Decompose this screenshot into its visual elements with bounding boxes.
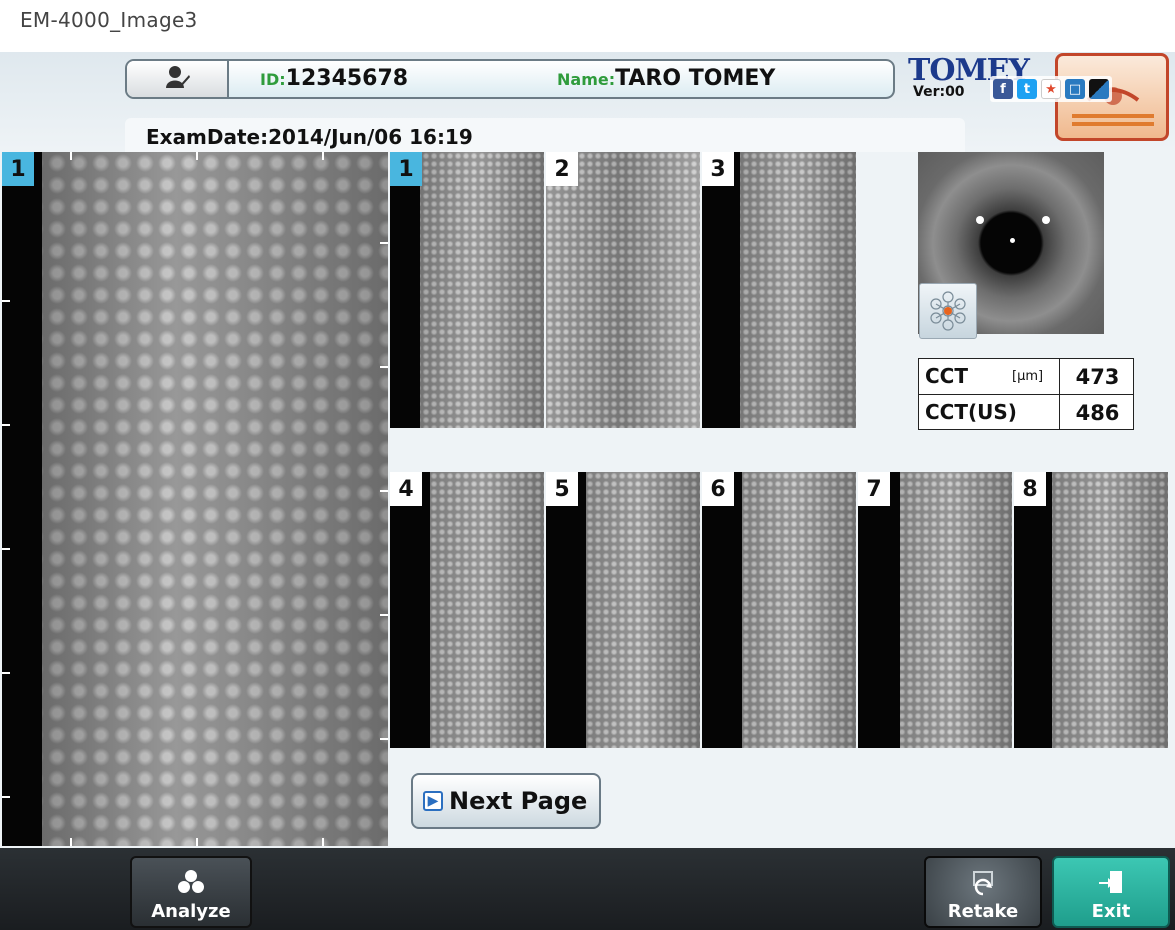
linkedin-icon[interactable]: □: [1065, 79, 1085, 99]
facebook-icon[interactable]: f: [993, 79, 1013, 99]
selected-endothelium-image[interactable]: 1: [2, 152, 388, 846]
patient-button[interactable]: [127, 61, 229, 97]
capture-area-locator-button[interactable]: [919, 283, 977, 339]
thumbnail-1[interactable]: 1: [390, 152, 544, 428]
thumbnail-index: 4: [390, 472, 422, 506]
arrow-right-icon: ▶: [423, 791, 443, 811]
thumbnail-5[interactable]: 5: [546, 472, 700, 748]
thumbnail-4[interactable]: 4: [390, 472, 544, 748]
thumbnail-index: 5: [546, 472, 578, 506]
version-label: Ver:00: [913, 84, 965, 100]
analyze-button[interactable]: Analyze: [130, 856, 252, 928]
cct-table: CCT [μm] 473 CCT(US) 486: [918, 358, 1134, 430]
patient-id-value: 12345678: [285, 66, 409, 91]
exit-door-icon: [1054, 868, 1168, 898]
capture-area-locator-icon: [920, 291, 976, 342]
analyze-icon: [132, 868, 250, 896]
cct-us-value: 486: [1059, 395, 1135, 430]
thumbnail-3[interactable]: 3: [702, 152, 856, 428]
retake-icon: [926, 868, 1040, 898]
delicious-icon[interactable]: [1089, 79, 1109, 99]
twitter-icon[interactable]: t: [1017, 79, 1037, 99]
bottom-toolbar: Analyze Retake Exit: [0, 848, 1175, 930]
share-icon[interactable]: ★: [1041, 79, 1061, 99]
thumbnail-index: 7: [858, 472, 890, 506]
patient-name-value: TARO TOMEY: [615, 66, 776, 91]
exam-date: ExamDate:2014/Jun/06 16:19: [146, 125, 473, 149]
cct-us-row: CCT(US) 486: [919, 394, 1133, 430]
em4000-screen: ID:12345678 Name:TARO TOMEY TOMEY Ver:00…: [0, 52, 1175, 930]
thumbnail-index: 2: [546, 152, 578, 186]
thumbnail-7[interactable]: 7: [858, 472, 1012, 748]
patient-id: ID:12345678: [260, 66, 409, 91]
next-page-button[interactable]: ▶ Next Page: [411, 773, 601, 829]
thumbnail-index: 3: [702, 152, 734, 186]
eye-side-icon: [1058, 87, 1166, 142]
exit-button[interactable]: Exit: [1052, 856, 1170, 928]
thumbnail-index: 8: [1014, 472, 1046, 506]
retake-button[interactable]: Retake: [924, 856, 1042, 928]
patient-info-bar: ID:12345678 Name:TARO TOMEY: [125, 59, 895, 99]
patient-name: Name:TARO TOMEY: [557, 66, 776, 91]
thumbnail-8[interactable]: 8: [1014, 472, 1168, 748]
selected-image-index: 1: [2, 152, 34, 186]
cct-value: 473: [1059, 359, 1135, 394]
thumbnail-index: 6: [702, 472, 734, 506]
thumbnail-6[interactable]: 6: [702, 472, 856, 748]
social-share-icons: f t ★ □: [990, 76, 1112, 102]
cct-row: CCT [μm] 473: [919, 359, 1133, 394]
image-caption: EM-4000_Image3: [20, 8, 198, 32]
patient-icon: [163, 64, 191, 94]
thumbnail-index: 1: [390, 152, 422, 186]
thumbnail-2[interactable]: 2: [546, 152, 700, 428]
